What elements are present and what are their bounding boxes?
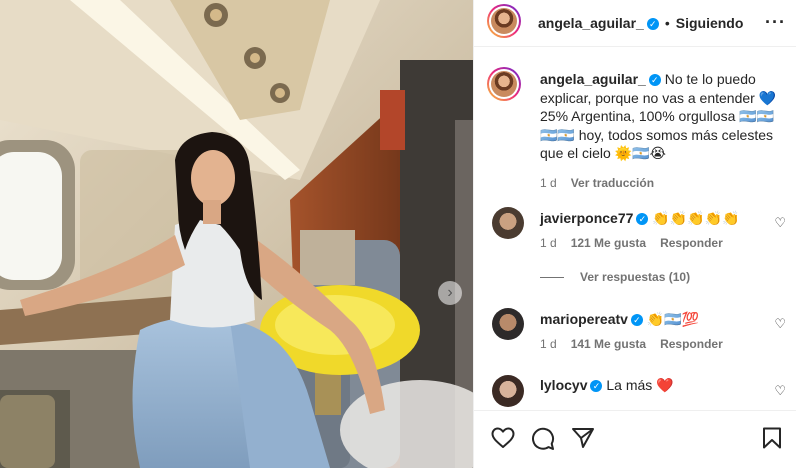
more-options-icon[interactable]: ··· xyxy=(765,13,786,31)
comment-likes[interactable]: 141 Me gusta xyxy=(571,337,646,351)
view-replies-button[interactable]: Ver respuestas (10) xyxy=(540,270,690,284)
caption-avatar[interactable] xyxy=(487,67,521,101)
comment-icon[interactable] xyxy=(531,427,555,451)
post-photo[interactable]: › xyxy=(0,0,473,468)
heart-icon[interactable]: ♡ xyxy=(774,215,786,231)
comment-time[interactable]: 1 d xyxy=(540,236,557,250)
post-modal: › angela_aguilar_ ✓ • Siguiendo ··· angela_… xyxy=(0,0,796,468)
heart-icon[interactable]: ♡ xyxy=(774,383,786,399)
commenter-avatar[interactable] xyxy=(492,375,524,407)
share-icon[interactable] xyxy=(571,427,595,449)
verified-badge-icon: ✓ xyxy=(636,213,649,226)
caption-username[interactable]: angela_aguilar_ xyxy=(540,71,646,87)
comment-text: 👏👏👏👏👏 xyxy=(652,210,740,226)
heart-icon[interactable] xyxy=(491,427,515,449)
divider-line xyxy=(540,277,564,279)
action-bar xyxy=(474,410,796,469)
caption-time[interactable]: 1 d xyxy=(540,176,557,190)
verified-badge-icon: ✓ xyxy=(648,74,661,87)
comment-meta: 1 d 121 Me gusta Responder xyxy=(540,236,737,250)
reply-button[interactable]: Responder xyxy=(660,337,723,351)
heart-icon[interactable]: ♡ xyxy=(774,316,786,332)
verified-badge-icon: ✓ xyxy=(646,17,659,30)
next-photo-button[interactable]: › xyxy=(438,281,462,305)
verified-badge-icon: ✓ xyxy=(630,314,643,327)
following-button[interactable]: Siguiendo xyxy=(676,15,744,31)
view-replies-label: Ver respuestas (10) xyxy=(580,270,691,284)
caption: angela_aguilar_ ✓ No te lo puedo explicar… xyxy=(540,70,780,192)
photo-illustration xyxy=(0,0,473,468)
comment-meta: 1 d 141 Me gusta Responder xyxy=(540,337,737,351)
author-username[interactable]: angela_aguilar_ xyxy=(538,15,644,31)
commenter-avatar[interactable] xyxy=(492,308,524,340)
comment-likes[interactable]: 121 Me gusta xyxy=(571,236,646,250)
separator-dot: • xyxy=(664,15,670,31)
bookmark-icon[interactable] xyxy=(762,427,782,449)
chevron-right-icon: › xyxy=(447,284,453,301)
caption-meta: 1 d Ver traducción xyxy=(540,174,780,193)
comment-time[interactable]: 1 d xyxy=(540,337,557,351)
translate-button[interactable]: Ver traducción xyxy=(571,176,654,190)
comment-text: 👏🇦🇷💯 xyxy=(646,311,700,327)
verified-badge-icon: ✓ xyxy=(590,380,603,393)
comment-text: La más ❤️ xyxy=(606,377,674,393)
post-header: angela_aguilar_ ✓ • Siguiendo ··· xyxy=(474,0,796,47)
commenter-username[interactable]: javierponce77 xyxy=(540,210,633,226)
commenter-username[interactable]: mariopereatv xyxy=(540,311,628,327)
reply-button[interactable]: Responder xyxy=(660,236,723,250)
commenter-username[interactable]: lylocyv xyxy=(540,377,587,393)
side-panel: angela_aguilar_ ✓ • Siguiendo ··· angela_ag… xyxy=(473,0,796,468)
commenter-avatar[interactable] xyxy=(492,207,524,239)
author-avatar[interactable] xyxy=(487,4,521,38)
